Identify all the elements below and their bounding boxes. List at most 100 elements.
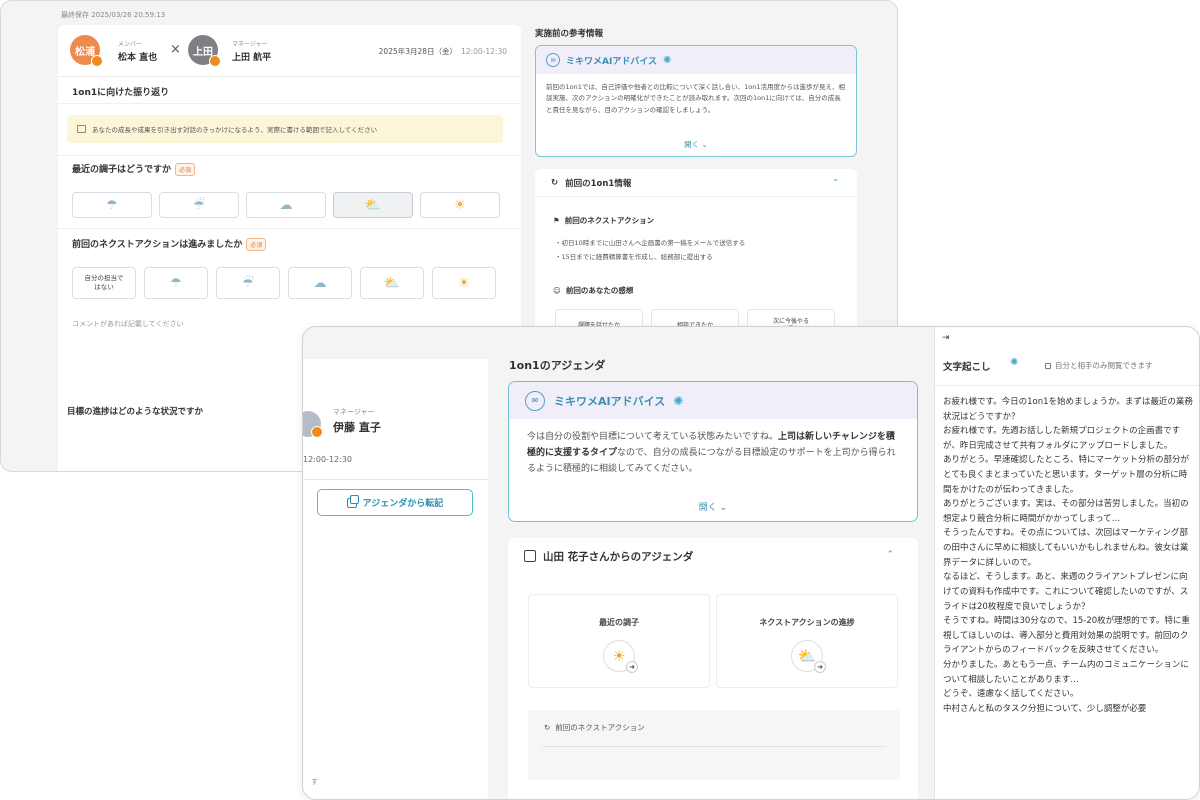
last-saved-label: 最終保存 2025/03/26 20:59:13 [61,11,166,19]
partly-sunny-icon: ⛅ [364,197,382,213]
flag-icon: ⚑ [553,216,560,225]
progress-sunny-option[interactable]: ☀ [432,267,496,299]
truncated-text: す [311,778,318,786]
divider [58,228,521,229]
member-role: メンバー [118,41,143,48]
mood-storm-option[interactable]: ☂ [72,192,152,218]
ai-advice-title: ミキワメAIアドバイス [554,394,666,408]
transcript-panel: ⇥ 文字起こし ✺ 自分と相手のみ閲覧できます お疲れ様です。今日の1on1を始… [934,327,1199,799]
prev-feel-text: 前回のあなたの感想 [565,286,634,295]
q2-title: 前回のネクストアクションは進みましたか 必須 [72,237,267,251]
front-window: マネージャー 伊藤 直子 12:00-12:30 アジェンダから転記 す 1on… [302,326,1200,800]
sun-icon: ☀ [458,275,470,291]
next-action-progress-box: ネクストアクションの進捗 ⛅ ➜ [716,594,898,688]
ai-open-button[interactable]: 開く ⌄ [509,500,917,513]
ai-open-button[interactable]: 開く ⌄ [536,139,856,150]
history-icon: ↻ [544,723,551,732]
transcript-line: ありがとうございます。実は、その部分は苦労しました。当初の想定より競合分析に時間… [943,499,1189,524]
chevron-down-icon: ⌄ [719,503,728,513]
storm-icon: ☂ [170,275,182,291]
progress-partly-sunny-option[interactable]: ⛅ [360,267,424,299]
meeting-time: 12:00-12:30 [461,47,507,56]
transcript-line: そうですね。時間は30分なので、15-20枚が理想的です。特に重視してほしいのは… [943,616,1190,656]
manager-avatar-initial: 上田 [193,46,213,58]
mood-partly-sunny-option[interactable]: ⛅ [333,192,413,218]
previous-1on1-header[interactable]: ↻ 前回の1on1情報 ⌃ [535,169,857,197]
smile-icon: ☺ [553,286,561,295]
reference-title: 実施前の参考情報 [535,29,604,39]
partly-sunny-icon: ⛅ ➜ [791,640,826,673]
transfer-from-agenda-button[interactable]: アジェンダから転記 [317,489,473,516]
transcript-title: 文字起こし [943,362,991,373]
chevron-up-icon[interactable]: ⌃ [886,550,894,560]
sparkle-icon: ✺ [673,393,684,408]
ai-advice-card: ✉ ミキワメAIアドバイス ✺ 今は自分の役割や目標について考えている状態みたい… [508,381,918,522]
q1-text: 最近の調子はどうですか [72,165,172,175]
progress-storm-option[interactable]: ☂ [144,267,208,299]
sparkle-icon: ✺ [663,54,672,66]
mood-sunny-option[interactable]: ☀ [420,192,500,218]
transcript-body: お疲れ様です。今日の1on1を始めましょうか。まずは最近の業務状況はどうですか？… [943,395,1193,716]
divider [542,746,886,747]
mood-rain-option[interactable]: ☔ [159,192,239,218]
na-not-mine-option[interactable]: 自分の担当ではない [72,267,136,299]
pair-header: 松浦 メンバー 松本 直也 × 上田 マネージャー 上田 航平 2025年3月2… [58,25,521,77]
ai-advice-text: 今は自分の役割や目標について考えている状態みたいですね。上司は新しいチャレンジを… [509,419,917,491]
privacy-text: 自分と相手のみ閲覧できます [1055,361,1153,370]
hint-banner: あなたの成長や成果を引き出す対話のきっかけになるよう、実際に書ける範囲で記入して… [67,115,503,143]
open-label: 開く [684,140,700,149]
prev-feel-heading: ☺ 前回のあなたの感想 [553,285,633,296]
sun-icon: ☀ ➜ [603,640,638,673]
rain-icon: ☔ [242,275,254,291]
comment-placeholder[interactable]: コメントがあれば記載してください [72,319,184,329]
times-icon: × [170,42,181,57]
storm-icon: ☂ [106,197,118,213]
next-action-item: ・15日までに経費精算書を作成し、総務部に提出する [555,253,713,261]
chevron-up-icon[interactable]: ⌃ [832,178,839,187]
chevron-down-icon: ⌄ [701,140,708,149]
arrow-right-icon: ➜ [814,661,826,673]
progress-cloud-option[interactable]: ☁ [288,267,352,299]
copy-icon [346,494,359,508]
transcript-line: なるほど、そうします。あと、来週のクライアントプレゼンに向けての資料も作成中です… [943,572,1189,612]
divider [58,103,521,104]
cloud-icon: ☁ [313,275,327,291]
member-avatar-initial: 松浦 [75,46,95,58]
ai-logo-icon: ✉ [525,390,545,411]
member-agenda-card: 山田 花子さんからのアジェンダ ⌃ 最近の調子 ☀ ➜ ネクストアクションの進捗 … [508,538,918,799]
mood-cloud-option[interactable]: ☁ [246,192,326,218]
meeting-date-text: 2025年3月28日（金） [378,47,458,56]
recent-condition-label: 最近の調子 [599,618,639,627]
agenda-title: 1on1のアジェンダ [509,359,606,372]
manager-name: 上田 航平 [232,53,272,63]
meeting-date: 2025年3月28日（金） 12:00-12:30 [379,46,507,57]
transcript-line: そうったんですね。その点については、次回はマーケティング部の田中さんに早めに相談… [943,528,1189,568]
divider [303,479,488,480]
cloud-icon: ☁ [279,197,293,213]
transcript-line: 分かりました。あともう一点、チーム内のコミュニケーションについて相談したいことが… [943,659,1189,685]
ai-advice-text: 前回の1on1では、自己評価や他者との比較について深く話し合い、1on1活用度か… [546,83,845,114]
rain-icon: ☔ [193,197,205,213]
member-agenda-title: 山田 花子さんからのアジェンダ [543,550,694,563]
arrow-right-icon: ➜ [626,661,638,673]
member-agenda-header[interactable]: 山田 花子さんからのアジェンダ [508,538,918,574]
manager-avatar: 上田 [188,35,221,67]
next-action-progress-label: ネクストアクションの進捗 [759,618,855,627]
next-action-item: ・初日10時までに山田さんへ企画書の第一稿をメールで送信する [555,239,746,247]
previous-next-action-label: ↻ 前回のネクストアクション [544,722,645,733]
recent-condition-box: 最近の調子 ☀ ➜ [528,594,710,688]
collapse-panel-icon[interactable]: ⇥ [942,333,950,343]
required-tag: 必須 [246,238,267,251]
q3-title: 目標の進捗はどのような状況ですか [67,407,204,417]
divider [935,385,1199,386]
progress-rain-option[interactable]: ☔ [216,267,280,299]
sun-icon: ☀ [454,197,466,213]
history-icon: ↻ [551,177,559,188]
transcript-line: お疲れ様です。先週お話しした新規プロジェクトの企画書ですが、昨日完成させて共有フ… [943,426,1181,451]
previous-1on1-title: 前回の1on1情報 [565,178,632,189]
manager-role: マネージャー [232,41,268,48]
required-tag: 必須 [175,163,196,176]
prev-next-action-text: 前回のネクストアクション [564,216,655,225]
transcript-line: どうぞ、遠慮なく話してください。 [943,689,1079,700]
ai-advice-title: ミキワメAIアドバイス [566,56,658,67]
